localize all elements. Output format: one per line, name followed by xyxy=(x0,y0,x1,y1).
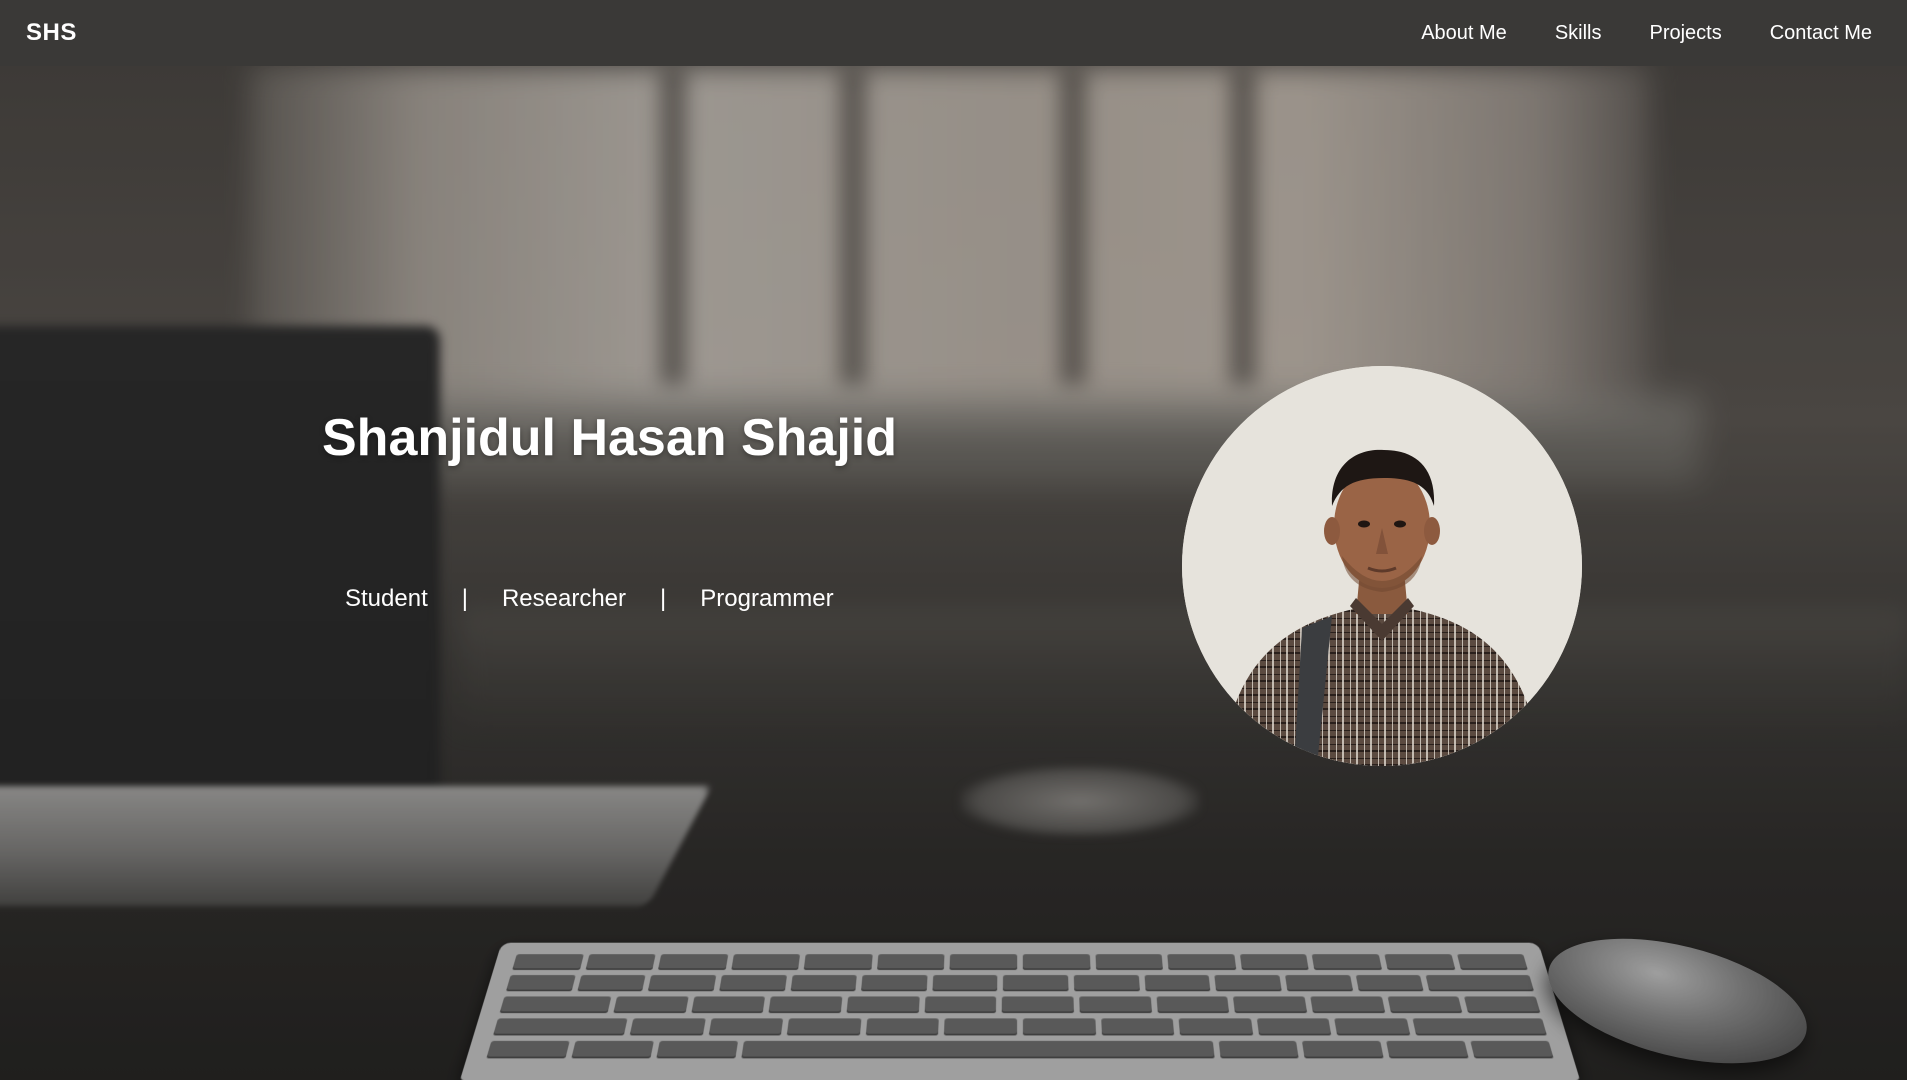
hero-roles: Student | Researcher | Programmer xyxy=(345,585,834,613)
hero-overlay xyxy=(0,66,1907,1080)
role-programmer: Programmer xyxy=(700,585,834,612)
nav-link-projects[interactable]: Projects xyxy=(1649,22,1721,45)
nav-link-skills[interactable]: Skills xyxy=(1555,22,1602,45)
hero-name: Shanjidul Hasan Shajid xyxy=(322,409,897,467)
brand-logo[interactable]: SHS xyxy=(26,19,77,47)
nav-links: About Me Skills Projects Contact Me xyxy=(1421,22,1872,45)
profile-avatar xyxy=(1182,366,1582,766)
nav-link-contact-me[interactable]: Contact Me xyxy=(1770,22,1872,45)
nav-link-about-me[interactable]: About Me xyxy=(1421,22,1507,45)
role-separator: | xyxy=(660,585,667,612)
profile-photo-icon xyxy=(1182,366,1582,766)
hero-section xyxy=(0,66,1907,1080)
role-student: Student xyxy=(345,585,428,612)
role-separator: | xyxy=(461,585,468,612)
role-researcher: Researcher xyxy=(501,585,627,612)
navbar: SHS About Me Skills Projects Contact Me xyxy=(0,0,1907,66)
page: SHS About Me Skills Projects Contact Me xyxy=(0,0,1907,1080)
